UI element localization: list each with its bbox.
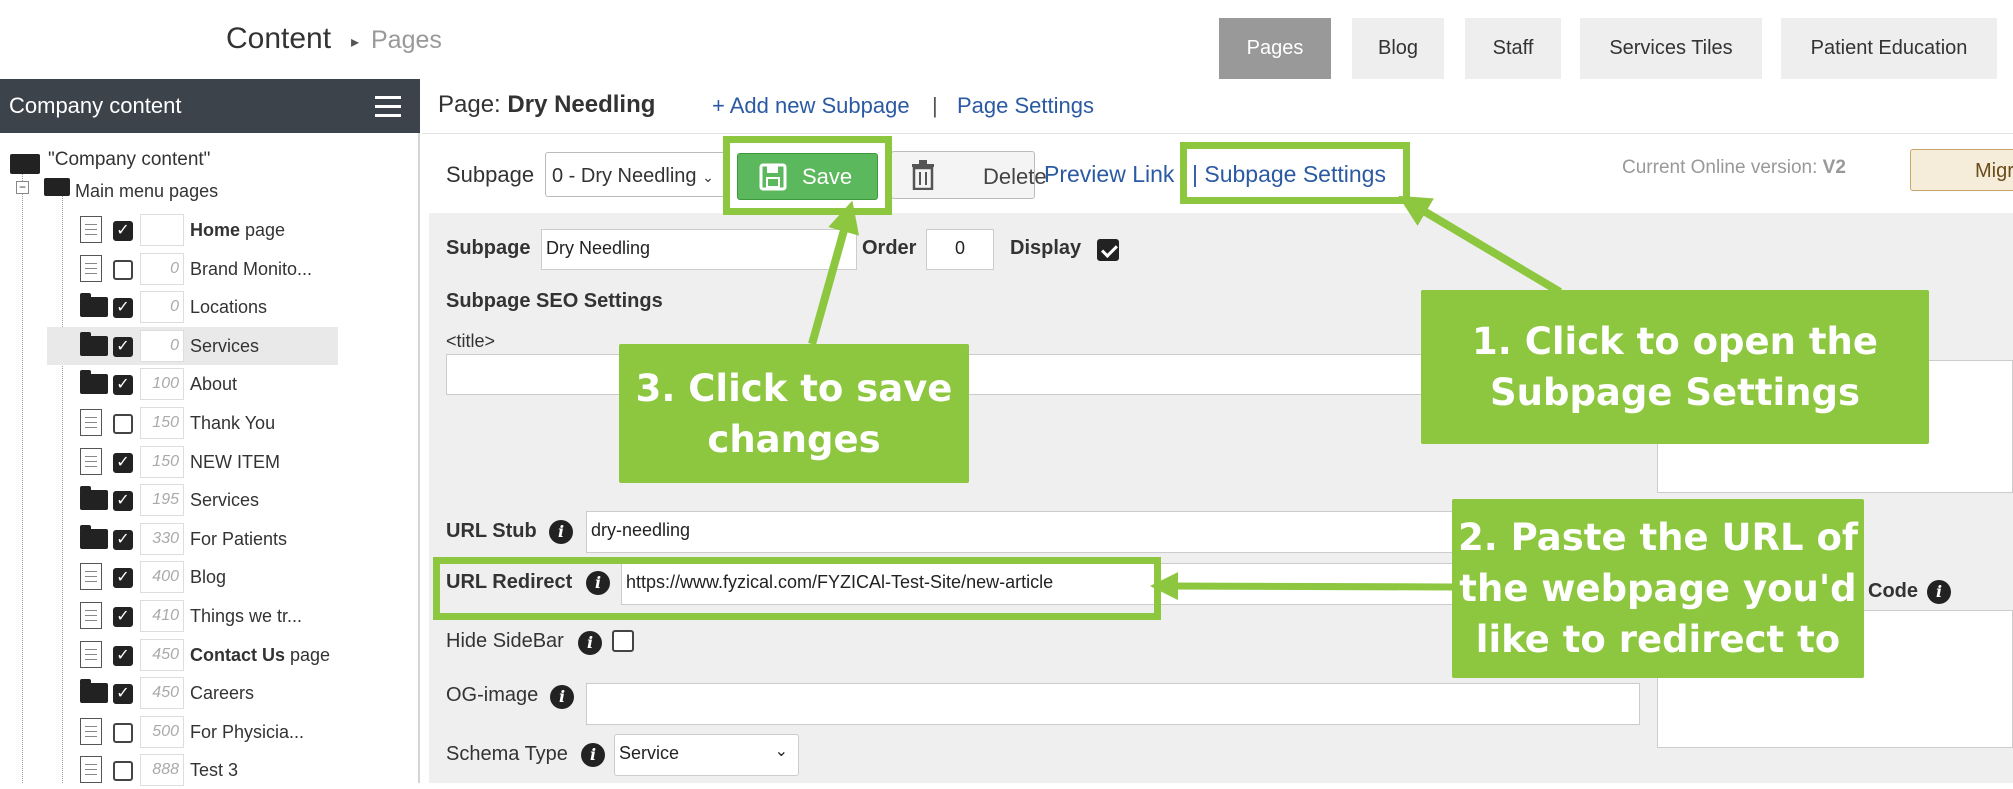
callout-step-1-line: Subpage Settings [1489, 371, 1861, 414]
callout-step-2-line: like to redirect to [1475, 618, 1841, 661]
callout-step-3: 3. Click to save changes [619, 344, 969, 483]
arrow-to-url-redirect [1150, 572, 1453, 601]
callout-step-3-line: changes [707, 417, 881, 461]
callout-step-1-line: 1. Click to open the [1472, 320, 1878, 363]
callout-step-2: 2. Paste the URL of the webpage you'd like… [1452, 499, 1864, 678]
arrow-to-save [808, 200, 860, 346]
callout-step-2-line: 2. Paste the URL of [1458, 516, 1858, 559]
callout-step-3-line: 3. Click to save [635, 366, 953, 410]
callout-step-1: 1. Click to open the Subpage Settings [1421, 290, 1929, 444]
callout-step-2-line: the webpage you'd [1459, 567, 1857, 610]
arrow-to-subpage-settings [1398, 195, 1563, 296]
